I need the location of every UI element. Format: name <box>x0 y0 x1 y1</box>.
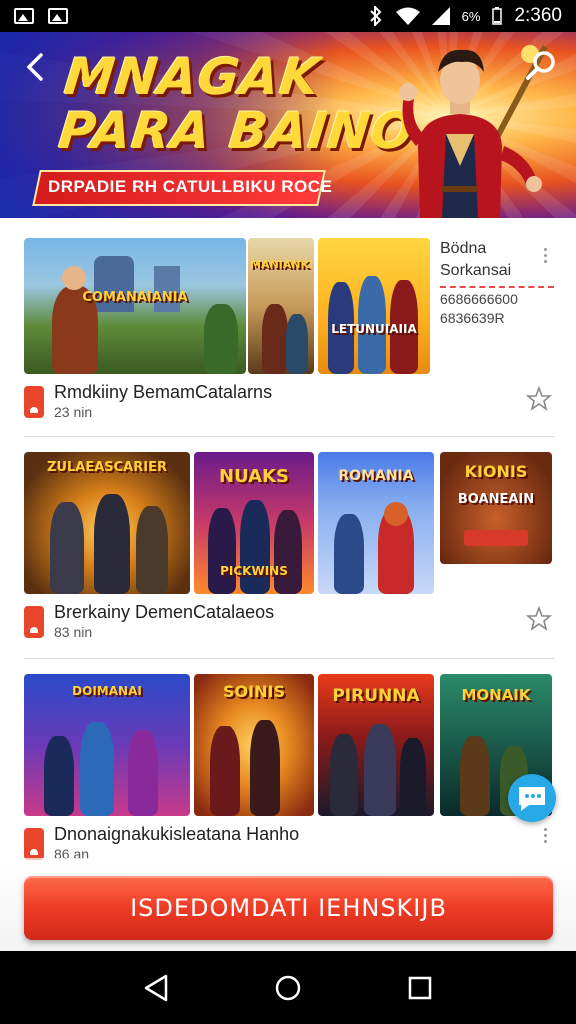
image-icon <box>14 8 34 24</box>
clock: 2:360 <box>514 5 562 26</box>
thumbnail-3-1-label: DOIMANAI <box>72 684 142 698</box>
divider <box>24 436 554 437</box>
thumbnail-2-3-label: ROMANIA <box>338 468 414 484</box>
chat-fab-button[interactable] <box>508 774 556 822</box>
thumbnail-1-3[interactable]: LETUNUIAIIA <box>318 238 430 374</box>
info-line-1: Bödna <box>440 240 487 257</box>
thumbnail-2-2[interactable]: NUAKS PICKWINS <box>194 452 314 594</box>
battery-icon <box>492 7 503 25</box>
banner-title-line2: PARA BAINO <box>56 102 418 160</box>
thumbnail-3-2-label: SOINIS <box>223 682 285 701</box>
thumbnail-1-2-label: MANIANKS <box>250 258 312 271</box>
hero-banner[interactable]: MNAGAK PARA BAINO DRPADIE RH CATULLBIKU … <box>0 32 576 218</box>
more-options-icon[interactable] <box>544 828 548 843</box>
divider <box>24 658 554 659</box>
info-line-3: 6686666600 <box>440 286 554 308</box>
back-button[interactable] <box>18 50 52 84</box>
nav-home-button[interactable] <box>268 968 308 1008</box>
info-line-2: Sorkansai <box>440 262 512 279</box>
thumbnail-3-4-label: MONAIK <box>461 686 531 704</box>
gallery-icon <box>48 8 68 24</box>
battery-level: 6% <box>461 8 481 24</box>
nav-back-button[interactable] <box>136 968 176 1008</box>
star-icon[interactable] <box>526 606 552 632</box>
thumbnail-3-3[interactable]: PIRUNNA <box>318 674 434 816</box>
bluetooth-icon <box>369 6 382 26</box>
thumbnail-2-4-sublabel: BOANEAIN <box>457 492 535 507</box>
app-icon <box>24 606 44 638</box>
star-icon[interactable] <box>526 386 552 412</box>
app-icon <box>24 386 44 418</box>
chat-bubble-icon <box>519 787 545 811</box>
cta-container: ISDEDOMDATI IEHNSKIJB <box>0 858 576 951</box>
banner-title-line1: MNAGAK <box>61 48 323 106</box>
collection-card-1[interactable]: COMANAIANIA MANIANKS LETUNUIAIIA Bödna S… <box>24 238 554 420</box>
info-line-4: 6836639R <box>440 310 505 326</box>
collection-1-meta: Rmdkiiny BemamCatalarns 23 nin <box>24 382 554 424</box>
thumbnail-3-3-label: PIRUNNA <box>332 686 420 706</box>
thumbnail-3-1[interactable]: DOIMANAI <box>24 674 190 816</box>
collection-title: Brerkainy DemenCatalaeos <box>54 602 275 622</box>
collection-card-3[interactable]: DOIMANAI SOINIS PIRUNNA MONAIK Dnonaigna… <box>24 674 554 862</box>
banner-title: MNAGAK PARA BAINO <box>56 48 422 160</box>
more-options-icon[interactable] <box>544 248 548 263</box>
wifi-icon <box>395 7 420 25</box>
nav-recents-button[interactable] <box>400 968 440 1008</box>
app-icon <box>24 828 44 860</box>
collection-subtitle: 83 nin <box>54 624 93 640</box>
search-icon[interactable] <box>522 46 562 86</box>
thumbnail-2-2-label: NUAKS <box>219 466 289 487</box>
banner-subtitle: DRPADIE RH CATULLBIKU ROCE <box>48 177 333 196</box>
thumbnail-2-4[interactable]: KIONIS BOANEAIN <box>440 452 552 564</box>
circle-home-icon <box>275 975 301 1000</box>
status-bar: 6% 2:360 <box>0 0 576 32</box>
signal-icon <box>431 7 450 25</box>
thumbnail-2-4-label: KIONIS <box>464 462 528 481</box>
collection-card-2[interactable]: ZULAEASCARIER NUAKS PICKWINS ROMANIA KIO… <box>24 452 554 640</box>
collection-1-info: Bödna Sorkansai 6686666600 6836639R <box>440 238 554 328</box>
chevron-left-icon <box>26 53 43 81</box>
collection-title: Rmdkiiny BemamCatalarns <box>54 382 273 402</box>
system-navigation-bar <box>0 951 576 1024</box>
square-recents-icon <box>408 976 432 999</box>
collection-subtitle: 23 nin <box>54 404 93 420</box>
thumbnail-1-2[interactable]: MANIANKS <box>248 238 314 374</box>
thumbnail-3-2[interactable]: SOINIS <box>194 674 314 816</box>
primary-action-button[interactable]: ISDEDOMDATI IEHNSKIJB <box>24 876 553 940</box>
thumbnail-2-1[interactable]: ZULAEASCARIER <box>24 452 190 594</box>
thumbnail-2-2-badge: PICKWINS <box>220 564 288 578</box>
thumbnail-2-3[interactable]: ROMANIA <box>318 452 434 594</box>
collection-2-meta: Brerkainy DemenCatalaeos 83 nin <box>24 602 554 644</box>
collection-title: Dnonaignakukisleatana Hanho <box>54 824 300 844</box>
thumbnail-2-1-label: ZULAEASCARIER <box>47 460 167 475</box>
triangle-back-icon <box>144 974 168 1001</box>
thumbnail-1-3-label: LETUNUIAIIA <box>331 322 417 336</box>
thumbnail-1-1-label: COMANAIANIA <box>82 290 188 305</box>
content-list[interactable]: COMANAIANIA MANIANKS LETUNUIAIIA Bödna S… <box>0 218 576 951</box>
thumbnail-1-1[interactable]: COMANAIANIA <box>24 238 246 374</box>
